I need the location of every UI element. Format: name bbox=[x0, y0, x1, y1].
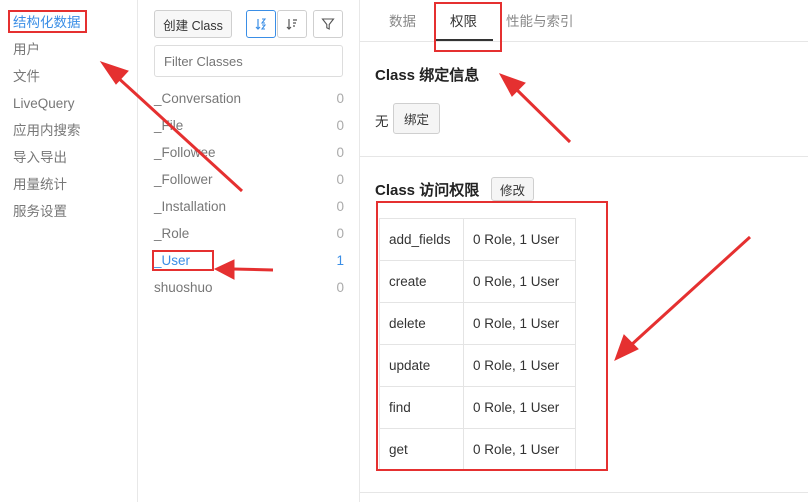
annotation-arrowhead bbox=[99, 61, 129, 85]
annotation-arrowhead bbox=[213, 259, 235, 280]
annotation-arrow bbox=[232, 267, 274, 272]
annotation-arrow bbox=[628, 235, 752, 348]
app-root: 结构化数据 用户 文件 LiveQuery 应用内搜索 导入导出 用量统计 服务… bbox=[0, 0, 808, 502]
annotation-arrow bbox=[512, 85, 572, 144]
annotation-arrowhead bbox=[614, 334, 639, 361]
annotation-arrow bbox=[113, 73, 244, 193]
annotation-arrows bbox=[99, 61, 752, 361]
